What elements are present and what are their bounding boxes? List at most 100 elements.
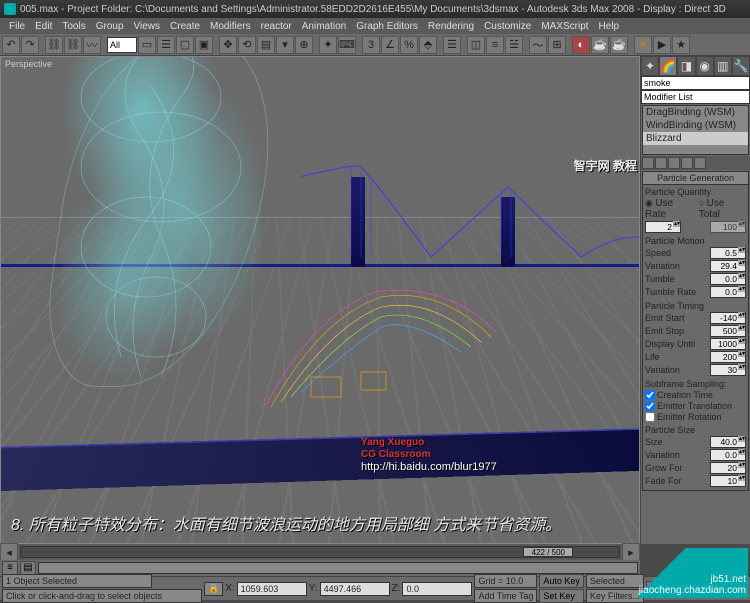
menu-graph-editors[interactable]: Graph Editors	[351, 21, 423, 32]
auto-key-button[interactable]: Auto Key	[539, 574, 584, 588]
material-editor-button[interactable]: ◐	[572, 36, 590, 54]
mirror-button[interactable]: ◫	[467, 36, 485, 54]
chk-emitter-rotation[interactable]	[645, 412, 655, 422]
emit-start-spinner[interactable]: -140	[710, 312, 746, 324]
key-filters-button[interactable]: Key Filters...	[586, 589, 644, 603]
life-var-spinner[interactable]: 30	[710, 364, 746, 376]
snap-button[interactable]: 3	[362, 36, 380, 54]
spinner-snap-button[interactable]: ⬘	[419, 36, 437, 54]
bind-spacewarp-button[interactable]: 〰	[83, 36, 101, 54]
rate-spinner[interactable]: 2	[645, 221, 681, 233]
scale-button[interactable]: ▤	[257, 36, 275, 54]
menu-modifiers[interactable]: Modifiers	[205, 21, 256, 32]
select-name-button[interactable]: ☰	[157, 36, 175, 54]
life-spinner[interactable]: 200	[710, 351, 746, 363]
chk-creation-time[interactable]	[645, 390, 655, 400]
tab-motion[interactable]: ◉	[696, 56, 714, 76]
tumble-rate-spinner[interactable]: 0.0	[710, 286, 746, 298]
mod-windbinding[interactable]: WindBinding (WSM)	[643, 119, 748, 132]
object-name-field[interactable]	[641, 76, 750, 90]
keyboard-button[interactable]: ⌨	[338, 36, 356, 54]
render-scene-button[interactable]: ☕	[591, 36, 609, 54]
pivot-button[interactable]: ⊕	[295, 36, 313, 54]
coord-x[interactable]: 1059.603	[237, 582, 307, 596]
time-slider[interactable]: ◂ 422 / 500 ▸	[0, 544, 640, 560]
menu-edit[interactable]: Edit	[30, 21, 57, 32]
emit-stop-spinner[interactable]: 500	[710, 325, 746, 337]
modifier-stack[interactable]: DragBinding (WSM) WindBinding (WSM) Bliz…	[642, 105, 749, 155]
redo-button[interactable]: ↷	[21, 36, 39, 54]
size-spinner[interactable]: 40.0	[710, 436, 746, 448]
schematic-button[interactable]: ⊞	[548, 36, 566, 54]
add-time-tag[interactable]: Add Time Tag	[474, 589, 537, 603]
key-mode-selected[interactable]: Selected	[586, 574, 644, 588]
speed-spinner[interactable]: 0.5	[710, 247, 746, 259]
menu-views[interactable]: Views	[129, 21, 166, 32]
menu-reactor[interactable]: reactor	[256, 21, 297, 32]
grow-for-spinner[interactable]: 20	[710, 462, 746, 474]
speed-var-spinner[interactable]: 29.4	[710, 260, 746, 272]
align-button[interactable]: ≡	[486, 36, 504, 54]
chk-emitter-translation[interactable]	[645, 401, 655, 411]
ref-coord-button[interactable]: ▾	[276, 36, 294, 54]
percent-snap-button[interactable]: %	[400, 36, 418, 54]
fade-for-spinner[interactable]: 10	[710, 475, 746, 487]
render-button[interactable]: ☕	[610, 36, 628, 54]
menu-customize[interactable]: Customize	[479, 21, 536, 32]
radio-use-total[interactable]: ○ Use Total	[699, 198, 746, 220]
selection-filter[interactable]	[107, 37, 137, 53]
coord-y[interactable]: 4497.466	[320, 582, 390, 596]
select-button[interactable]: ▭	[138, 36, 156, 54]
reactor-analyze-button[interactable]: ★	[672, 36, 690, 54]
set-key-button[interactable]: Set Key	[539, 589, 584, 603]
curve-editor-button[interactable]: 〜	[529, 36, 547, 54]
modifier-list-dropdown[interactable]	[641, 90, 750, 104]
named-sel-button[interactable]: ☰	[443, 36, 461, 54]
trackbar-filter[interactable]: ▤	[20, 561, 36, 575]
select-region-button[interactable]: ▢	[176, 36, 194, 54]
mod-dragbinding[interactable]: DragBinding (WSM)	[643, 106, 748, 119]
menu-animation[interactable]: Animation	[297, 21, 351, 32]
reactor-preview-button[interactable]: ▶	[653, 36, 671, 54]
make-unique-button[interactable]	[668, 157, 680, 169]
tab-create[interactable]: ✦	[641, 56, 659, 76]
menu-help[interactable]: Help	[594, 21, 625, 32]
time-thumb[interactable]: 422 / 500	[523, 547, 573, 557]
trackbar-toggle[interactable]: ≡	[2, 561, 18, 575]
tab-hierarchy[interactable]: ◨	[677, 56, 695, 76]
angle-snap-button[interactable]: ∠	[381, 36, 399, 54]
coord-z[interactable]: 0.0	[402, 582, 472, 596]
move-button[interactable]: ✥	[219, 36, 237, 54]
manipulate-button[interactable]: ✦	[319, 36, 337, 54]
menu-tools[interactable]: Tools	[57, 21, 90, 32]
radio-use-rate[interactable]: ◉ Use Rate	[645, 198, 695, 220]
lock-button[interactable]: 🔒	[204, 582, 223, 596]
menu-file[interactable]: File	[4, 21, 30, 32]
size-var-spinner[interactable]: 0.0	[710, 449, 746, 461]
total-spinner[interactable]: 100	[710, 221, 746, 233]
tab-modify[interactable]: 🌈	[659, 56, 677, 76]
window-crossing-button[interactable]: ▣	[195, 36, 213, 54]
menu-rendering[interactable]: Rendering	[423, 21, 479, 32]
remove-modifier-button[interactable]	[681, 157, 693, 169]
tab-display[interactable]: ▥	[714, 56, 732, 76]
trackbar-ruler[interactable]	[38, 562, 638, 574]
reactor-create-button[interactable]: ✶	[634, 36, 652, 54]
unlink-button[interactable]: ⛓	[64, 36, 82, 54]
layers-button[interactable]: ☱	[505, 36, 523, 54]
menu-group[interactable]: Group	[91, 21, 129, 32]
mod-blizzard[interactable]: Blizzard	[643, 132, 748, 145]
viewport-perspective[interactable]: Perspective	[0, 56, 640, 544]
menu-create[interactable]: Create	[165, 21, 205, 32]
undo-button[interactable]: ↶	[2, 36, 20, 54]
show-end-result-button[interactable]	[655, 157, 667, 169]
configure-sets-button[interactable]	[694, 157, 706, 169]
rotate-button[interactable]: ⟲	[238, 36, 256, 54]
tumble-spinner[interactable]: 0.0	[710, 273, 746, 285]
pin-stack-button[interactable]	[642, 157, 654, 169]
rollout-header[interactable]: Particle Generation	[642, 171, 749, 185]
display-until-spinner[interactable]: 1000	[710, 338, 746, 350]
time-prev-button[interactable]: ◂	[0, 543, 18, 561]
menu-maxscript[interactable]: MAXScript	[536, 21, 593, 32]
link-button[interactable]: ⛓	[45, 36, 63, 54]
